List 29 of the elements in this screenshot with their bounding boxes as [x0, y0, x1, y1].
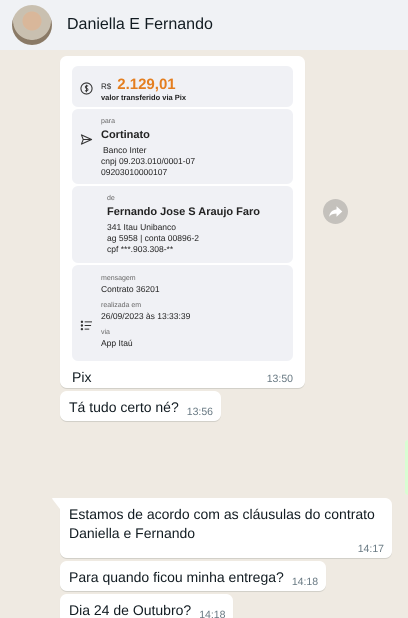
field-value: 26/09/2023 às 13:33:39: [101, 311, 190, 322]
send-arrow-icon: [80, 133, 93, 146]
field-value: Contrato 36201: [101, 284, 161, 295]
image-caption: Pix: [72, 369, 92, 385]
message-time: 14:18: [199, 609, 226, 618]
sender-detail: cpf ***.903.308-**: [107, 244, 174, 255]
sender-detail: ag 5958 | conta 00896-2: [107, 233, 200, 244]
message-time: 14:18: [292, 576, 318, 588]
sender-detail: 341 Itau Unibanco: [107, 222, 177, 233]
message-time: 13:50: [266, 373, 293, 385]
message-text: Tá tudo certo né?: [69, 398, 179, 417]
recipient-name: Cortinato: [101, 128, 151, 143]
sender-name: Fernando Jose S Araujo Faro: [107, 205, 260, 220]
field-value: App Itaú: [101, 338, 134, 349]
recipient-detail: cnpj 09.203.010/0001-07: [101, 156, 196, 167]
contact-name[interactable]: Daniella E Fernando: [67, 16, 213, 34]
amount: 2.129,01: [117, 76, 176, 92]
avatar[interactable]: [12, 5, 52, 45]
message-text: Para quando ficou minha entrega?: [69, 568, 284, 587]
message-time: 13:56: [186, 406, 214, 418]
list-icon: [80, 320, 93, 331]
message-text: Dia 24 de Outubro?: [69, 601, 192, 618]
dollar-coin-icon: [80, 82, 93, 95]
receipt-image[interactable]: [72, 66, 293, 361]
recipient-detail: 09203010000107: [101, 167, 168, 178]
message-text: Estamos de acordo com as cláusulas do contrato Daniella e Fernando: [69, 505, 376, 543]
recipient-detail: Banco Inter: [102, 145, 148, 156]
currency-symbol: R$: [101, 82, 112, 90]
message-time: 14:17: [358, 543, 384, 555]
